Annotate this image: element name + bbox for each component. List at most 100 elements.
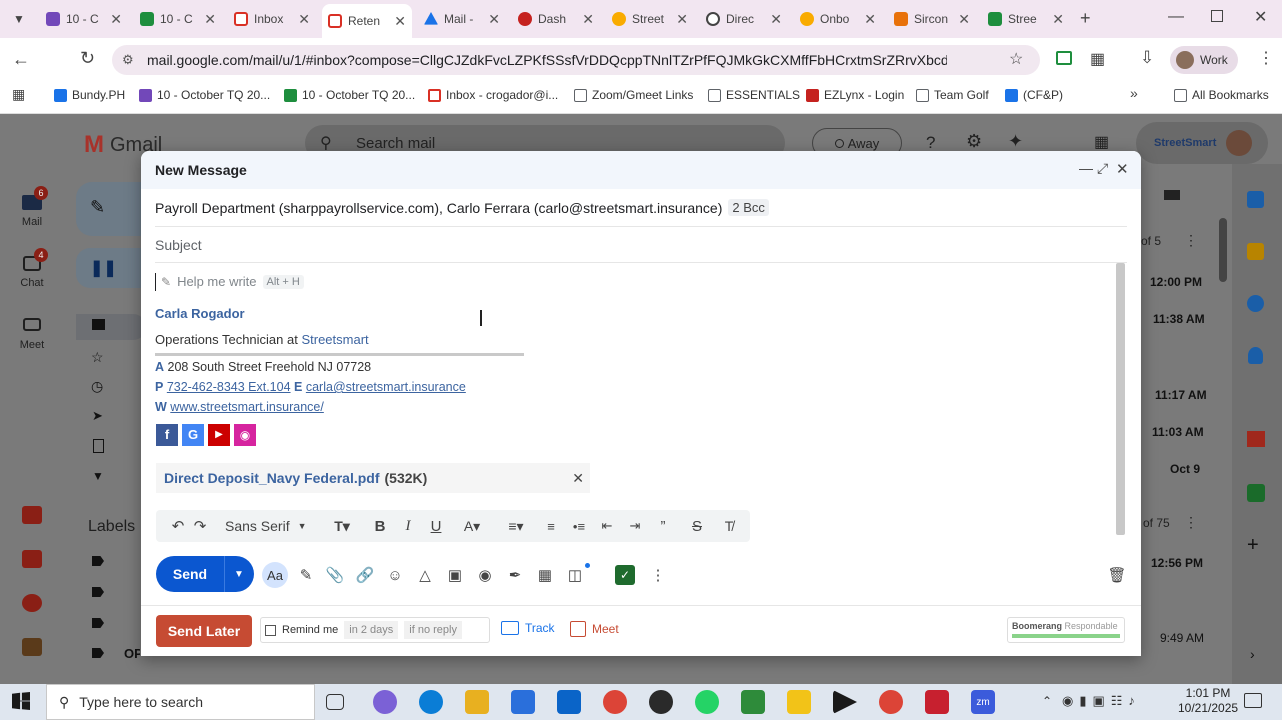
insert-link-icon[interactable]: 🔗: [355, 565, 375, 585]
notification-center-icon[interactable]: [1244, 693, 1262, 708]
expand-compose-icon[interactable]: ⤢: [1097, 160, 1108, 177]
tab-5[interactable]: Mail - ✕: [418, 6, 506, 32]
chrome-icon[interactable]: [603, 690, 627, 714]
more-options-icon[interactable]: ⋮: [1184, 232, 1198, 249]
clock[interactable]: 1:01 PM 10/21/2025: [1178, 686, 1238, 716]
remind-when-select[interactable]: in 2 days: [344, 621, 399, 639]
undo-icon[interactable]: ↶: [169, 516, 187, 536]
signature-pen-icon[interactable]: ✒: [505, 565, 525, 585]
remind-condition-select[interactable]: if no reply: [404, 621, 462, 639]
tab-8[interactable]: Direc ✕: [700, 6, 788, 32]
new-tab-icon[interactable]: +: [1080, 8, 1091, 29]
close-tab-icon[interactable]: ✕: [864, 11, 876, 28]
ringcentral-icon[interactable]: [925, 690, 949, 714]
bcc-chip[interactable]: 2 Bcc: [728, 199, 769, 216]
compose-scrollbar[interactable]: [1116, 263, 1125, 535]
chrome-profile-icon[interactable]: [879, 690, 903, 714]
rail-meet[interactable]: Meet: [14, 312, 50, 362]
close-window-icon[interactable]: ✕: [1254, 7, 1267, 27]
search-icon[interactable]: ⚲: [320, 133, 332, 153]
tab-4-active[interactable]: Reten ✕: [322, 4, 412, 38]
boomerang-respondable[interactable]: Boomerang Respondable: [1007, 617, 1125, 643]
input-tools-icon[interactable]: [1164, 190, 1180, 200]
remind-checkbox[interactable]: [265, 624, 276, 636]
compose-header[interactable]: [141, 151, 1141, 189]
gemini-icon[interactable]: ✦: [1008, 131, 1023, 152]
org-account-chip[interactable]: StreetSmart: [1136, 122, 1268, 164]
bookmark-cfp[interactable]: (CF&P): [1005, 86, 1063, 104]
phone-link[interactable]: 732-462-8343 Ext.104: [167, 380, 291, 394]
contacts-icon[interactable]: [1248, 347, 1263, 364]
bookmark-essentials[interactable]: ESSENTIALS: [708, 86, 800, 104]
reload-icon[interactable]: ↻: [80, 48, 95, 69]
download-icon[interactable]: ⇩: [1140, 48, 1154, 68]
rail-chat[interactable]: 4 Chat: [14, 248, 50, 300]
bookmark-ezlynx[interactable]: EZLynx - Login: [806, 86, 904, 104]
bookmark-inbox[interactable]: Inbox - crogador@i...: [428, 86, 558, 104]
close-tab-icon[interactable]: ✕: [394, 13, 406, 30]
lock-app-icon[interactable]: [741, 690, 765, 714]
close-tab-icon[interactable]: ✕: [1052, 11, 1064, 28]
file-explorer-icon[interactable]: [465, 690, 489, 714]
taskbar-search[interactable]: ⚲ Type here to search: [46, 684, 315, 720]
add-addon-icon[interactable]: +: [1247, 534, 1259, 557]
close-tab-icon[interactable]: ✕: [110, 11, 122, 28]
tray-chevron-icon[interactable]: ⌃: [1042, 694, 1052, 708]
minimize-compose-icon[interactable]: —: [1079, 160, 1093, 176]
more-bookmarks-icon[interactable]: »: [1130, 85, 1138, 101]
web-link[interactable]: www.streetsmart.insurance/: [170, 400, 324, 414]
star-nav-icon[interactable]: ☆: [91, 349, 104, 366]
tab-search-button[interactable]: ▼: [10, 10, 28, 28]
addon-icon-4[interactable]: [22, 638, 42, 656]
send-later-button[interactable]: Send Later: [156, 615, 252, 647]
track-button[interactable]: Track: [501, 621, 555, 635]
bookmark-october-sheets[interactable]: 10 - October TQ 20...: [284, 86, 415, 104]
bold-icon[interactable]: B: [371, 516, 389, 536]
edge-icon[interactable]: [419, 690, 443, 714]
font-select[interactable]: Sans Serif ▼: [225, 516, 315, 536]
url-text[interactable]: mail.google.com/mail/u/1/#inbox?compose=…: [147, 52, 947, 68]
app-icon-dark[interactable]: [649, 690, 673, 714]
close-tab-icon[interactable]: ✕: [488, 11, 500, 28]
addon-icon-3[interactable]: [22, 594, 42, 612]
sticky-notes-icon[interactable]: [787, 690, 811, 714]
insert-photo-icon[interactable]: ▣: [445, 565, 465, 585]
outlook-icon[interactable]: [557, 690, 581, 714]
bookmark-team-golf[interactable]: Team Golf: [916, 86, 989, 104]
minimize-window-icon[interactable]: —: [1168, 8, 1184, 26]
formatting-options-icon[interactable]: Aa: [262, 562, 288, 588]
bulleted-list-icon[interactable]: •≡: [569, 516, 589, 536]
tab-10[interactable]: Sircon ✕: [888, 6, 976, 32]
underline-icon[interactable]: U: [427, 516, 445, 536]
tab-7[interactable]: Street ✕: [606, 6, 694, 32]
browser-menu-icon[interactable]: ⋮: [1258, 48, 1274, 68]
numbered-list-icon[interactable]: ≡: [541, 516, 561, 536]
keep-icon[interactable]: [1247, 243, 1264, 260]
text-size-icon[interactable]: T▾: [327, 516, 357, 536]
whatsapp-icon[interactable]: [695, 690, 719, 714]
help-me-write-icon[interactable]: ✎: [296, 565, 316, 585]
apps-grid-icon[interactable]: ▦: [12, 86, 25, 103]
more-options-icon[interactable]: ⋮: [1184, 514, 1198, 531]
restore-window-icon[interactable]: [1211, 10, 1223, 22]
signature-company[interactable]: Streetsmart: [301, 332, 368, 347]
site-info-icon[interactable]: ⚙: [122, 52, 134, 68]
task-view-icon[interactable]: [326, 694, 344, 710]
close-tab-icon[interactable]: ✕: [204, 11, 216, 28]
inbox-nav-highlight[interactable]: [76, 314, 146, 340]
settings-gear-icon[interactable]: ⚙: [966, 131, 982, 152]
discard-trash-icon[interactable]: 🗑: [1107, 565, 1127, 585]
calendar-icon[interactable]: [1247, 191, 1264, 208]
addon-icon-1[interactable]: [22, 506, 42, 524]
remove-formatting-icon[interactable]: T̸: [719, 516, 739, 536]
google-icon[interactable]: G: [182, 424, 204, 446]
close-compose-icon[interactable]: ✕: [1116, 160, 1129, 178]
attach-file-icon[interactable]: 📎: [325, 565, 345, 585]
tab-1[interactable]: 10 - C ✕: [40, 6, 128, 32]
snoozed-nav-icon[interactable]: ◷: [91, 378, 103, 395]
tab-11[interactable]: Stree ✕: [982, 6, 1070, 32]
addon-green-icon[interactable]: ✓: [615, 565, 635, 585]
addon-red-icon[interactable]: [1247, 431, 1265, 447]
close-tab-icon[interactable]: ✕: [676, 11, 688, 28]
drafts-nav-icon[interactable]: [93, 439, 104, 453]
